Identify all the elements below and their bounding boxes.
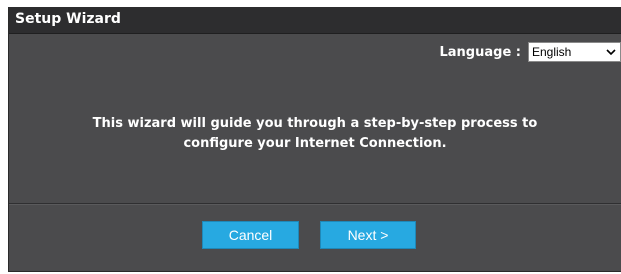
language-row: Language : English — [440, 42, 621, 62]
next-button[interactable]: Next > — [320, 221, 416, 249]
language-label: Language : — [439, 44, 522, 60]
wizard-title: Setup Wizard — [15, 11, 121, 27]
setup-wizard-panel: Setup Wizard Language : English This wiz… — [8, 7, 621, 272]
wizard-message-line-1: This wizard will guide you through a ste… — [92, 116, 538, 131]
wizard-message-line-2: configure your Internet Connection. — [183, 136, 447, 151]
footer-divider-highlight — [9, 204, 621, 205]
wizard-message: This wizard will guide you through a ste… — [9, 114, 621, 154]
language-selected-value: English — [532, 45, 572, 59]
chevron-down-icon — [606, 49, 616, 56]
cancel-button[interactable]: Cancel — [202, 221, 299, 249]
wizard-titlebar: Setup Wizard — [9, 7, 621, 34]
language-select[interactable]: English — [528, 42, 621, 62]
